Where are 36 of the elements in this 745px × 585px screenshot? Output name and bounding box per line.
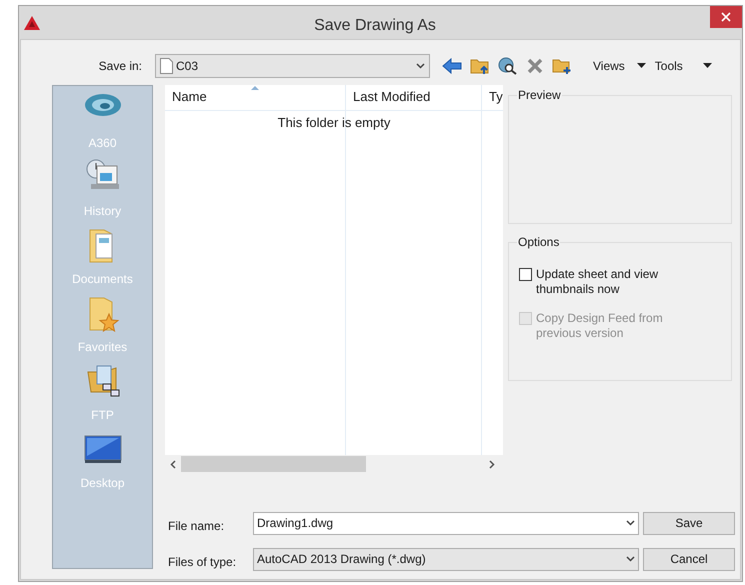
cancel-button[interactable]: Cancel <box>643 548 735 570</box>
options-label: Options <box>517 235 560 249</box>
close-button[interactable] <box>710 6 742 28</box>
chevron-down-icon <box>626 520 635 526</box>
delete-icon[interactable] <box>526 56 544 74</box>
dropdown-arrow-icon[interactable] <box>702 63 712 68</box>
checkbox[interactable] <box>519 268 532 281</box>
chevron-down-icon <box>626 556 635 562</box>
column-header[interactable]: Last Modified <box>345 85 481 110</box>
document-icon <box>160 58 173 74</box>
dropdown-arrow-icon[interactable] <box>636 63 646 68</box>
new-folder-icon[interactable] <box>552 56 572 74</box>
back-arrow-icon[interactable] <box>442 58 462 74</box>
chevron-down-icon <box>416 62 425 68</box>
file-name-label: File name: <box>167 518 226 535</box>
folder-up-icon[interactable] <box>470 56 490 74</box>
save-button[interactable]: Save <box>643 512 735 534</box>
file-type-dropdown[interactable]: AutoCAD 2013 Drawing (*.dwg) <box>253 548 639 570</box>
file-name-field[interactable]: Drawing1.dwg <box>253 512 639 534</box>
save-in-label: Save in: <box>98 58 143 74</box>
tools-menu[interactable]: Tools <box>654 56 684 74</box>
checkbox-label[interactable]: Update sheet and view thumbnails now <box>536 267 676 297</box>
views-menu[interactable]: Views <box>592 56 626 74</box>
preview-label: Preview <box>517 88 562 102</box>
column-header[interactable]: Name <box>165 85 345 110</box>
scroll-left-icon[interactable] <box>170 460 176 468</box>
close-icon <box>721 12 731 22</box>
window-title: Save Drawing As <box>313 16 437 36</box>
sort-ascending-icon <box>251 86 259 90</box>
file-type-label: Files of type: <box>167 554 238 571</box>
column-header[interactable]: Ty <box>481 85 503 110</box>
empty-folder-message: This folder is empty <box>276 114 392 132</box>
scrollbar-thumb[interactable] <box>181 456 366 472</box>
scroll-right-icon[interactable] <box>489 460 495 468</box>
save-in-dropdown[interactable]: C03 <box>155 54 430 78</box>
app-logo-icon <box>24 16 40 30</box>
